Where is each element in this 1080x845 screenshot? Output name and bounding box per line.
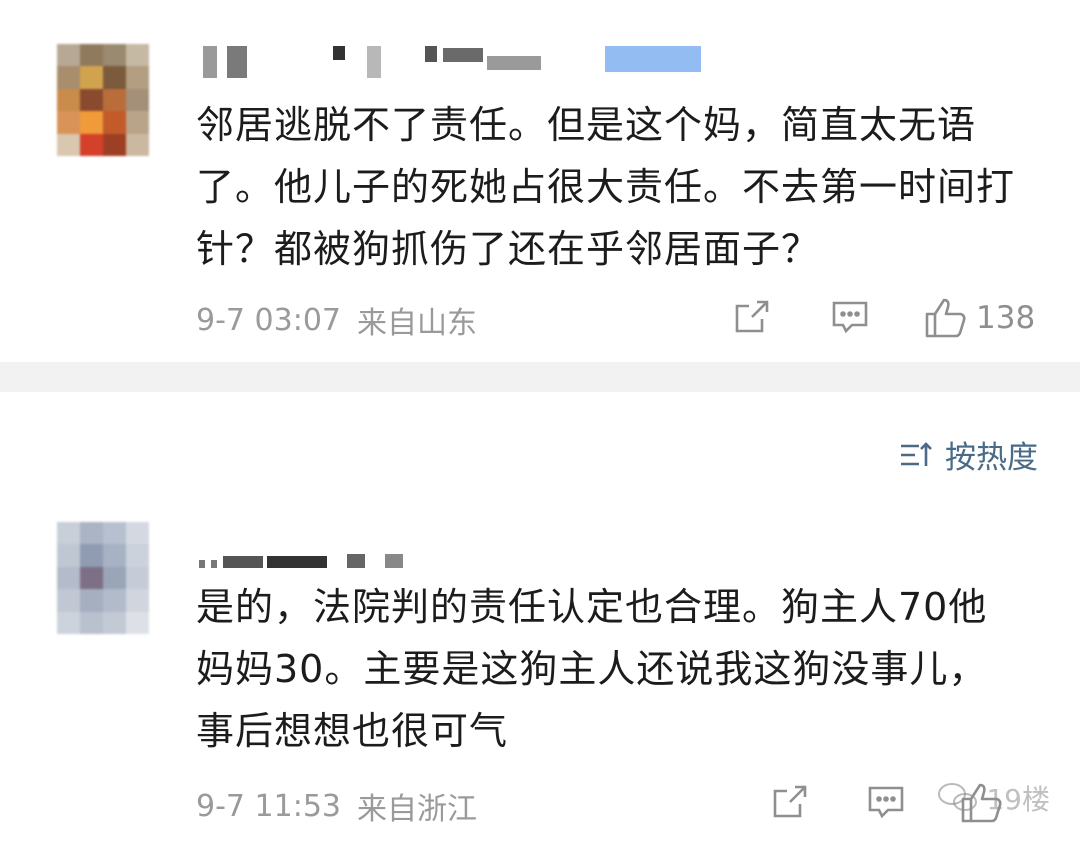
- like-icon: [925, 298, 966, 338]
- username-obscured[interactable]: [197, 42, 717, 78]
- comment-meta: 9-7 03:07 来自山东: [196, 298, 477, 342]
- section-divider: [0, 362, 1080, 392]
- comment-item: 是的，法院判的责任认定也合理。狗主人70他妈妈30。主要是这狗主人还说我这狗没事…: [0, 500, 1080, 845]
- share-button[interactable]: [732, 297, 772, 337]
- watermark: 19楼: [936, 778, 1050, 818]
- share-button[interactable]: [770, 782, 810, 822]
- comment-actions: 138: [732, 297, 1052, 339]
- avatar[interactable]: [57, 44, 149, 156]
- comment-meta: 9-7 11:53 来自浙江: [196, 784, 477, 828]
- sort-toggle[interactable]: 按热度: [899, 432, 1038, 477]
- comment-button[interactable]: [866, 782, 906, 822]
- comment-location: 来自浙江: [357, 792, 477, 827]
- watermark-text: 19楼: [986, 783, 1050, 816]
- comment-text: 邻居逃脱不了责任。但是这个妈，简直太无语了。他儿子的死她占很大责任。不去第一时间…: [196, 103, 1016, 271]
- sort-label: 按热度: [945, 440, 1038, 476]
- wechat-icon: [938, 783, 978, 811]
- username-obscured[interactable]: [197, 540, 717, 576]
- comment-icon: [868, 786, 904, 819]
- comment-icon: [832, 301, 868, 334]
- comment-text: 是的，法院判的责任认定也合理。狗主人70他妈妈30。主要是这狗主人还说我这狗没事…: [196, 585, 988, 753]
- comment-button[interactable]: [830, 297, 870, 337]
- comment-item: 邻居逃脱不了责任。但是这个妈，简直太无语了。他儿子的死她占很大责任。不去第一时间…: [0, 0, 1080, 362]
- comment-time: 9-7 03:07: [196, 302, 341, 338]
- like-count: 138: [976, 300, 1036, 336]
- share-icon: [773, 785, 807, 818]
- comment-time: 9-7 11:53: [196, 788, 341, 824]
- like-button[interactable]: 138: [924, 297, 1035, 339]
- comment-location: 来自山东: [357, 306, 477, 341]
- avatar[interactable]: [57, 522, 149, 634]
- sort-icon: [901, 441, 932, 466]
- share-icon: [735, 300, 769, 333]
